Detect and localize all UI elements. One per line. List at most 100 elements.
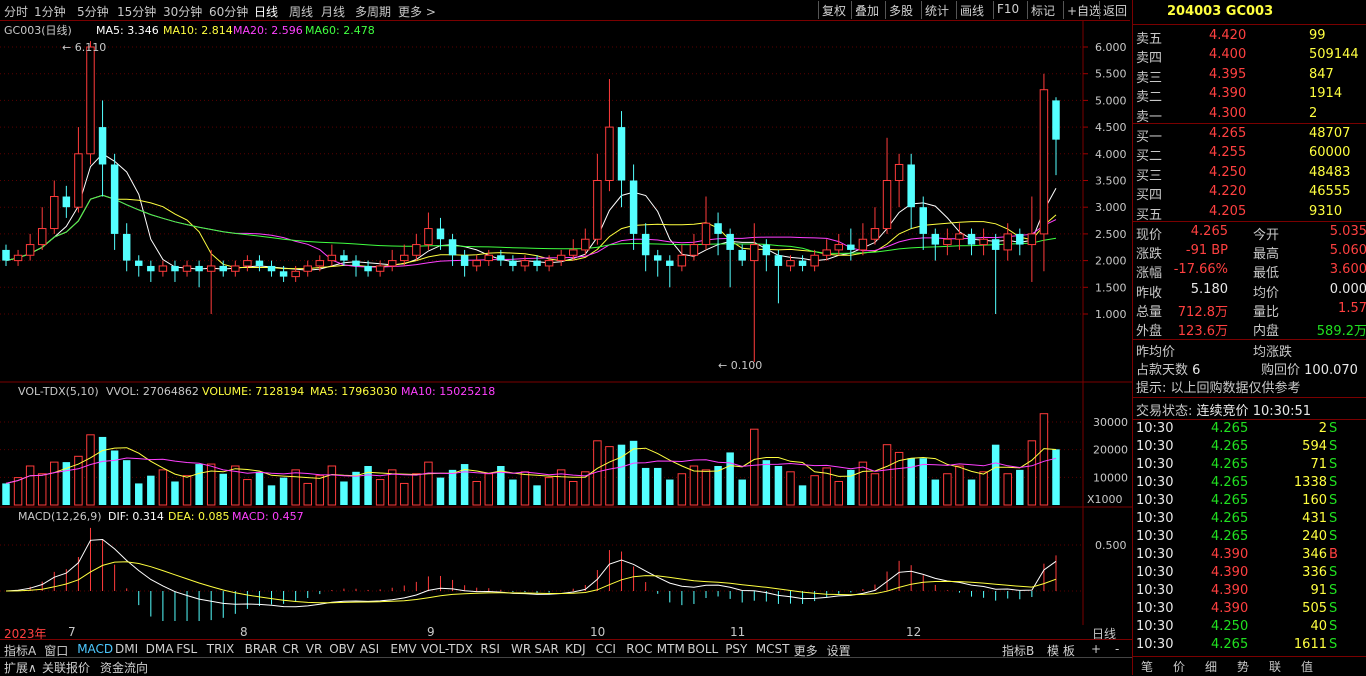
right-tab-2[interactable]: +: [1091, 642, 1101, 656]
bottom-tab-2[interactable]: 资金流向: [100, 659, 148, 676]
candle-body: [834, 244, 843, 251]
tick-price-11: 4.250: [1211, 619, 1249, 634]
indicator-tab-4[interactable]: DMA: [146, 642, 174, 656]
ma20-line: [5, 194, 1057, 268]
indicator-tab-11[interactable]: ASI: [360, 642, 379, 656]
indicator-tab-14[interactable]: RSI: [480, 642, 500, 656]
indicator-tab-6[interactable]: TRIX: [207, 642, 234, 656]
vol-axis-label: 20000: [1093, 444, 1128, 457]
candle-body: [701, 222, 711, 246]
tick-side-5: S: [1329, 511, 1338, 526]
period-tab-4[interactable]: 30分钟: [163, 3, 202, 20]
indicator-tab-23[interactable]: MCST: [756, 642, 790, 656]
indicator-tab-19[interactable]: ROC: [626, 642, 652, 656]
indicator-tab-22[interactable]: PSY: [725, 642, 747, 656]
asks-label-3: 卖二: [1136, 90, 1163, 106]
asks-price-0: 4.420: [1209, 28, 1247, 43]
toolbar-button-7[interactable]: +自选: [1067, 2, 1101, 19]
stat-label-b-3: 均价: [1253, 285, 1280, 301]
indicator-tab-12[interactable]: EMV: [390, 642, 416, 656]
right-tab-3[interactable]: -: [1115, 642, 1119, 656]
quote-footer-tab-0[interactable]: 笔: [1141, 658, 1153, 675]
candle-body: [98, 127, 107, 165]
quote-footer-tab-4[interactable]: 联: [1269, 658, 1281, 675]
indicator-tab-8[interactable]: CR: [282, 642, 299, 656]
volume-bar: [387, 469, 397, 506]
indicator-tab-15[interactable]: WR: [511, 642, 531, 656]
indicator-tab-2[interactable]: MACD: [77, 642, 113, 656]
period-tab-10[interactable]: 更多 >: [398, 3, 436, 20]
indicator-tab-13[interactable]: VOL-TDX: [421, 642, 473, 656]
volume-bar: [375, 479, 385, 506]
candle-body: [509, 260, 517, 266]
indicator-tab-5[interactable]: FSL: [176, 642, 197, 656]
candle-body: [13, 254, 23, 262]
bottom-tab-1[interactable]: 关联报价: [42, 659, 90, 676]
period-tab-1[interactable]: 1分钟: [34, 3, 66, 20]
candle-body: [882, 180, 892, 230]
candle-body: [762, 244, 771, 256]
stat-value-b-2: 3.600: [1329, 262, 1366, 278]
tick-side-11: S: [1329, 619, 1338, 634]
toolbar-button-3[interactable]: 统计: [925, 2, 949, 19]
toolbar-button-2[interactable]: 多股: [889, 2, 913, 19]
toolbar-button-6[interactable]: 标记: [1031, 2, 1055, 19]
dea-line: [5, 561, 1057, 604]
ma60-line: [5, 194, 1057, 262]
toolbar-button-8[interactable]: 返回: [1103, 2, 1127, 19]
period-tab-5[interactable]: 60分钟: [209, 3, 248, 20]
period-tab-3[interactable]: 15分钟: [117, 3, 156, 20]
period-tab-8[interactable]: 月线: [321, 3, 345, 20]
candle-body: [171, 265, 179, 272]
toolbar-button-5[interactable]: F10: [997, 2, 1019, 16]
indicator-tab-7[interactable]: BRAR: [245, 642, 278, 656]
volume-bar: [171, 481, 179, 505]
quote-footer-tab-1[interactable]: 价: [1173, 658, 1185, 675]
indicator-tab-16[interactable]: SAR: [534, 642, 558, 656]
toolbar-button-1[interactable]: 叠加: [855, 2, 879, 19]
quote-footer-tab-5[interactable]: 值: [1301, 658, 1313, 675]
month-label-10: 10: [590, 625, 606, 639]
bottom-tab-0[interactable]: 扩展∧: [4, 659, 37, 676]
price-axis-label: 1.500: [1095, 281, 1127, 294]
indicator-tab-9[interactable]: VR: [306, 642, 323, 656]
stat-label-b-0: 今开: [1253, 228, 1280, 243]
kline-chart[interactable]: 6.000 5.500 5.000 4.500 4.000 3.500 3.000 2.500…: [0, 21, 1132, 625]
quote-footer-tab-3[interactable]: 势: [1237, 658, 1249, 675]
tick-time-4: 10:30: [1136, 493, 1174, 508]
tick-price-12: 4.265: [1211, 637, 1249, 652]
asks-vol-1: 509144: [1309, 47, 1359, 63]
candle-body: [2, 249, 10, 261]
candle-body: [110, 164, 119, 234]
tick-vol-5: 431: [1302, 511, 1327, 526]
indicator-tab-18[interactable]: CCI: [596, 642, 616, 656]
volume-bar: [701, 469, 711, 506]
asks-price-3: 4.390: [1209, 86, 1247, 102]
bids-vol-0: 48707: [1309, 126, 1351, 141]
period-tab-6[interactable]: 日线: [254, 3, 278, 20]
candle-body: [387, 260, 397, 267]
volume-bar: [774, 465, 783, 505]
stat-value-a-4: 712.8万: [1177, 304, 1228, 320]
candle-body: [1039, 89, 1049, 235]
indicator-tab-10[interactable]: OBV: [329, 642, 355, 656]
period-tab-9[interactable]: 多周期: [355, 3, 391, 20]
tick-price-9: 4.390: [1211, 583, 1249, 598]
quote-footer-tab-2[interactable]: 细: [1205, 658, 1217, 675]
indicator-tab-20[interactable]: MTM: [657, 642, 685, 656]
toolbar-button-0[interactable]: 复权: [822, 2, 846, 19]
period-tab-7[interactable]: 周线: [289, 3, 313, 20]
tick-price-4: 4.265: [1211, 493, 1249, 508]
stat-value-b-1: 5.060: [1329, 243, 1366, 259]
indicator-tab-21[interactable]: BOLL: [687, 642, 718, 656]
price-axis-label: 4.000: [1095, 148, 1127, 161]
candle-body: [569, 249, 578, 256]
macd-axis-label: 0.500: [1095, 539, 1127, 552]
indicator-tab-17[interactable]: KDJ: [565, 642, 586, 656]
indicator-tab-3[interactable]: DMI: [115, 642, 138, 656]
dif-line: [5, 538, 1057, 608]
period-tab-2[interactable]: 5分钟: [77, 3, 109, 20]
volume-bar: [653, 467, 662, 505]
toolbar-button-4[interactable]: 画线: [960, 2, 984, 19]
period-tab-0[interactable]: 分时: [4, 3, 28, 20]
